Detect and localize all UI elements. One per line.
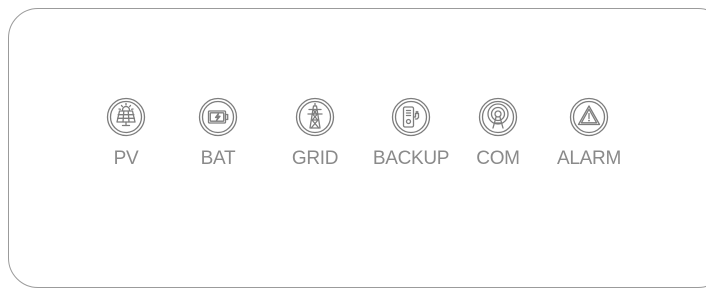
- communication-antenna-icon: [478, 97, 518, 137]
- indicator-grid: GRID: [275, 97, 355, 170]
- indicator-com: COM: [458, 97, 538, 170]
- indicator-label: PV: [114, 148, 139, 170]
- indicator-pv: PV: [86, 97, 166, 170]
- backup-outlet-icon: [391, 97, 431, 137]
- indicator-label: COM: [476, 148, 519, 170]
- indicator-alarm: ALARM: [549, 97, 629, 170]
- alarm-warning-icon: [569, 97, 609, 137]
- indicator-backup: BACKUP: [371, 97, 451, 170]
- solar-panel-icon: [106, 97, 146, 137]
- indicator-label: BACKUP: [373, 148, 449, 170]
- indicator-label: BAT: [201, 148, 236, 170]
- indicator-bat: BAT: [178, 97, 258, 170]
- indicator-label: ALARM: [557, 148, 621, 170]
- battery-charging-icon: [198, 97, 238, 137]
- transmission-tower-icon: [295, 97, 335, 137]
- indicator-label: GRID: [292, 148, 338, 170]
